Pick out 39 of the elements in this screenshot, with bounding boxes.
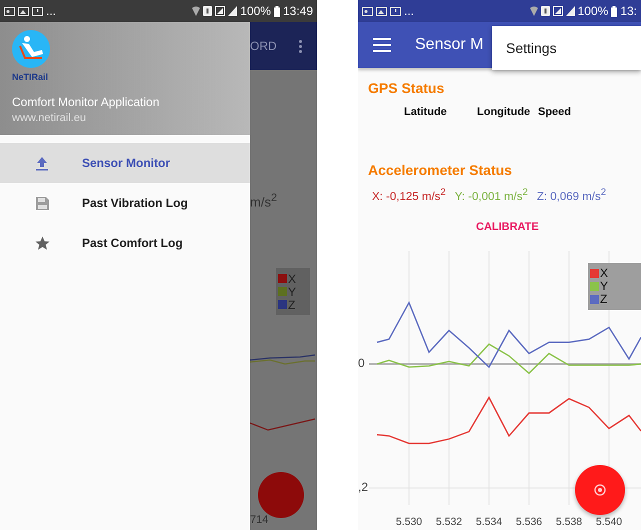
axis-label: 714: [250, 514, 268, 526]
axis-reading: Z: 0,069 m/s$^{2}$: [536, 187, 606, 203]
unit-label: m/s$^{2}$: [250, 192, 277, 210]
column-label: Latitude: [404, 106, 448, 118]
battery-percentage: 100%: [578, 4, 608, 18]
menu-item[interactable]: Settings: [492, 40, 557, 56]
overflow-indicator: ...: [404, 4, 414, 18]
calibrate-button[interactable]: CALIBRATE: [472, 218, 543, 235]
axis-reading: X: -0,125 m/s$^{2}$: [372, 187, 446, 203]
legend-label: X: [600, 266, 608, 280]
legend-label: Z: [288, 298, 296, 312]
x-tick-label: 5.534: [474, 516, 504, 528]
axis-reading: Y: -0,001 m/s$^{2}$: [454, 187, 528, 203]
menu-item[interactable]: Sensor Monitor: [0, 143, 250, 183]
clock-time: 13:49: [282, 4, 313, 18]
x-tick-label: 5.530: [394, 516, 424, 528]
x-tick-label: 5.540: [594, 516, 624, 528]
section-title: Accelerometer Status: [368, 162, 512, 178]
overflow-indicator: ...: [46, 4, 56, 18]
x-tick-label: 5.536: [514, 516, 544, 528]
legend-label: Z: [600, 292, 608, 306]
menu-item[interactable]: Past Vibration Log: [0, 183, 250, 223]
column-label: Speed: [538, 106, 572, 118]
column-label: Longitude: [477, 106, 532, 118]
battery-percentage: 100%: [240, 4, 271, 18]
x-tick-label: 5.538: [554, 516, 584, 528]
legend-label: Y: [288, 284, 296, 298]
y-tick-label: 0: [358, 356, 365, 370]
legend-label: Y: [600, 279, 608, 294]
screen-title: Sensor M: [415, 36, 484, 54]
legend-label: X: [288, 272, 296, 286]
app-title: Comfort Monitor Application: [12, 95, 160, 109]
section-title: GPS Status: [368, 80, 444, 96]
clock-time: 13:: [620, 4, 637, 18]
x-tick-label: 5.532: [434, 516, 464, 528]
y-tick-label: ,2: [358, 480, 368, 494]
logo-text: NeTIRail: [12, 72, 48, 82]
menu-item[interactable]: Past Comfort Log: [0, 223, 250, 263]
action-button[interactable]: ORD: [250, 39, 277, 53]
